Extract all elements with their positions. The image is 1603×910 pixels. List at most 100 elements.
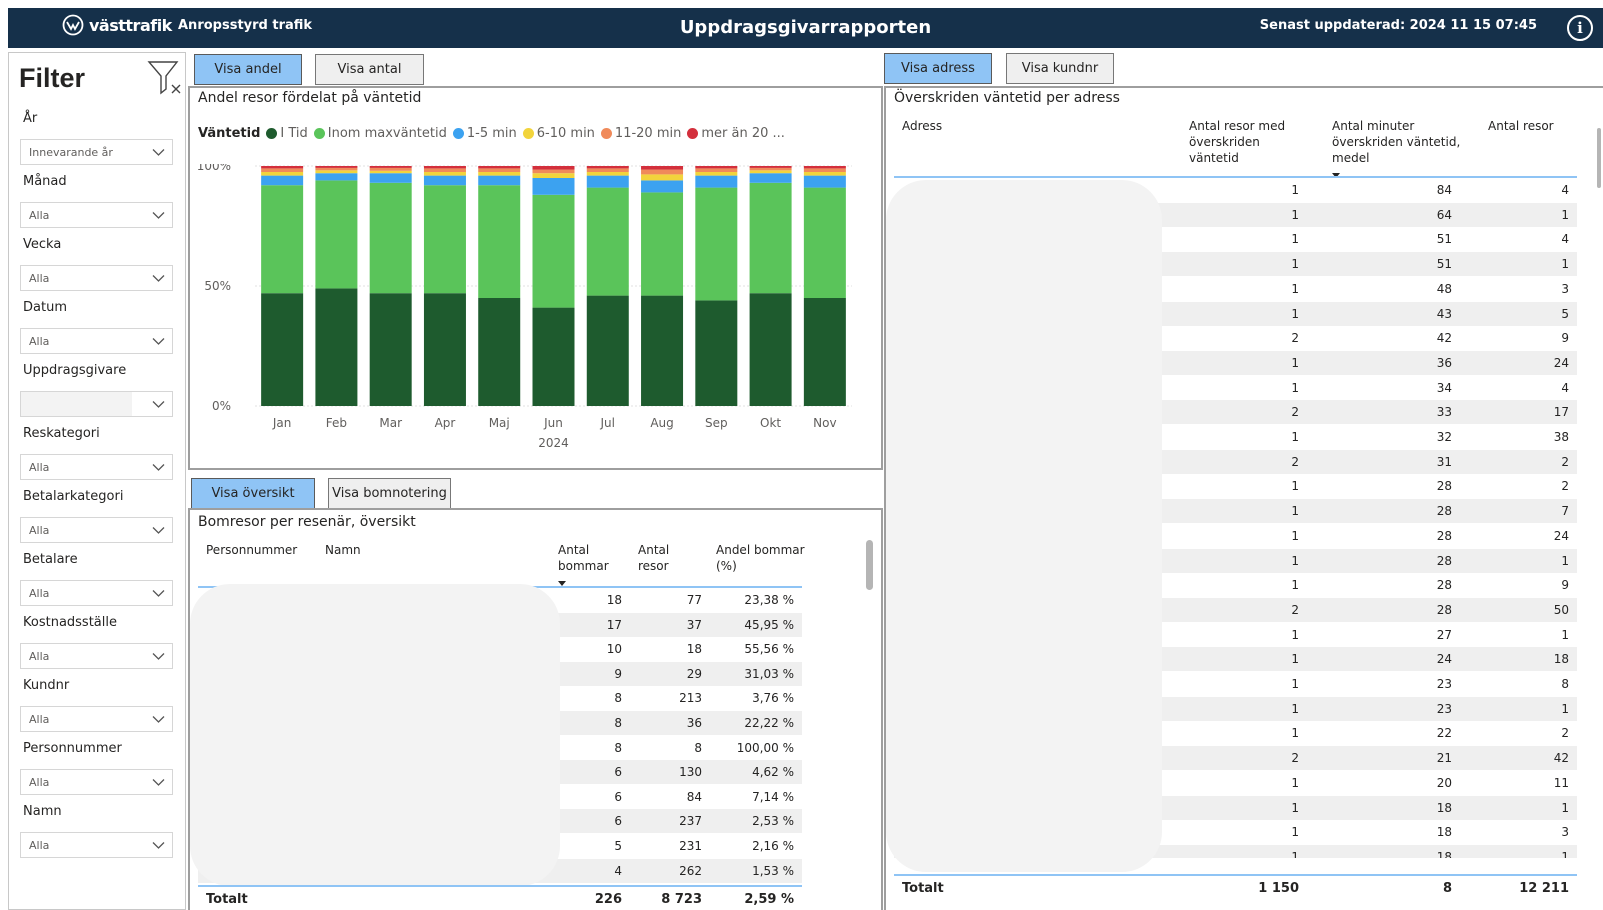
- bar-segment[interactable]: [641, 180, 684, 193]
- col-andel-bommar[interactable]: Andel bommar (%): [716, 542, 806, 574]
- bar-segment[interactable]: [695, 300, 738, 406]
- bar-segment[interactable]: [369, 166, 412, 168]
- bomresor-scrollbar[interactable]: [866, 540, 873, 590]
- bar-segment[interactable]: [423, 185, 466, 294]
- col-personnummer[interactable]: Personnummer: [206, 542, 297, 558]
- bar-segment[interactable]: [478, 175, 521, 186]
- slicer-dropdown[interactable]: Alla: [20, 706, 173, 732]
- col-minuter-medel[interactable]: Antal minuter överskriden väntetid, mede…: [1332, 118, 1482, 182]
- visa-kundnr-button[interactable]: Visa kundnr: [1006, 53, 1114, 84]
- bar-segment[interactable]: [695, 187, 738, 301]
- slicer-dropdown[interactable]: Alla: [20, 517, 173, 543]
- bar-segment[interactable]: [803, 172, 846, 176]
- bar-segment[interactable]: [261, 293, 304, 406]
- bar-segment[interactable]: [478, 166, 521, 169]
- bar-segment[interactable]: [586, 175, 629, 188]
- bar-segment[interactable]: [749, 173, 792, 183]
- bar-segment[interactable]: [586, 187, 629, 296]
- bar-segment[interactable]: [315, 170, 358, 174]
- bar-segment[interactable]: [315, 288, 358, 406]
- bar-segment[interactable]: [369, 167, 412, 171]
- bar-segment[interactable]: [478, 298, 521, 406]
- bar-segment[interactable]: [749, 170, 792, 174]
- col-namn[interactable]: Namn: [325, 542, 361, 558]
- info-icon[interactable]: i: [1567, 15, 1593, 41]
- legend-item[interactable]: I Tid: [266, 126, 308, 141]
- legend-item[interactable]: Inom maxväntetid: [313, 126, 447, 141]
- bar-segment[interactable]: [641, 174, 684, 181]
- clear-filter-icon[interactable]: [147, 59, 183, 97]
- bar-segment[interactable]: [532, 173, 575, 178]
- slicer-dropdown[interactable]: Innevarande år: [20, 139, 173, 165]
- slicer-dropdown[interactable]: [20, 391, 173, 417]
- bar-segment[interactable]: [261, 166, 304, 169]
- slicer-dropdown[interactable]: Alla: [20, 832, 173, 858]
- bar-segment[interactable]: [586, 166, 629, 169]
- slicer-dropdown[interactable]: Alla: [20, 769, 173, 795]
- legend-item[interactable]: 11-20 min: [600, 126, 681, 141]
- bar-segment[interactable]: [423, 166, 466, 169]
- bar-segment[interactable]: [369, 293, 412, 406]
- bar-segment[interactable]: [369, 170, 412, 174]
- visa-antal-button[interactable]: Visa antal: [315, 54, 424, 85]
- bar-segment[interactable]: [749, 182, 792, 294]
- bar-segment[interactable]: [641, 192, 684, 296]
- legend-item[interactable]: 6-10 min: [522, 126, 595, 141]
- bar-segment[interactable]: [261, 175, 304, 186]
- legend-item[interactable]: 1-5 min: [452, 126, 517, 141]
- slicer-dropdown[interactable]: Alla: [20, 580, 173, 606]
- bar-segment[interactable]: [261, 168, 304, 172]
- bar-segment[interactable]: [803, 168, 846, 172]
- bar-segment[interactable]: [261, 172, 304, 176]
- bar-segment[interactable]: [586, 295, 629, 406]
- visa-andel-button[interactable]: Visa andel: [194, 54, 302, 85]
- bar-segment[interactable]: [749, 166, 792, 168]
- slicer-dropdown[interactable]: Alla: [20, 202, 173, 228]
- bar-segment[interactable]: [695, 172, 738, 176]
- bar-segment[interactable]: [261, 185, 304, 294]
- bar-segment[interactable]: [315, 166, 358, 168]
- bar-segment[interactable]: [478, 168, 521, 172]
- bar-segment[interactable]: [369, 182, 412, 294]
- bar-segment[interactable]: [641, 166, 684, 170]
- bar-segment[interactable]: [586, 168, 629, 172]
- visa-oversikt-button[interactable]: Visa översikt: [191, 478, 315, 509]
- bar-segment[interactable]: [532, 307, 575, 406]
- slicer-dropdown[interactable]: Alla: [20, 328, 173, 354]
- bar-segment[interactable]: [695, 166, 738, 169]
- bar-segment[interactable]: [695, 168, 738, 172]
- bar-segment[interactable]: [423, 293, 466, 406]
- slicer-dropdown[interactable]: Alla: [20, 643, 173, 669]
- bar-segment[interactable]: [315, 173, 358, 181]
- col-adress[interactable]: Adress: [902, 118, 942, 134]
- bar-segment[interactable]: [803, 166, 846, 169]
- adress-scrollbar[interactable]: [1597, 128, 1601, 188]
- bar-segment[interactable]: [532, 178, 575, 195]
- bar-segment[interactable]: [695, 175, 738, 188]
- col-antal-bommar[interactable]: Antal bommar: [558, 542, 620, 590]
- col-antal-resor[interactable]: Antal resor: [638, 542, 688, 574]
- bar-segment[interactable]: [803, 187, 846, 298]
- visa-adress-button[interactable]: Visa adress: [884, 53, 992, 84]
- col-antal-resor-overskriden[interactable]: Antal resor med överskriden väntetid: [1189, 118, 1309, 166]
- bar-segment[interactable]: [315, 180, 358, 289]
- bar-segment[interactable]: [315, 167, 358, 171]
- bar-segment[interactable]: [586, 172, 629, 176]
- bar-segment[interactable]: [803, 175, 846, 188]
- bar-segment[interactable]: [369, 173, 412, 183]
- slicer-dropdown[interactable]: Alla: [20, 454, 173, 480]
- col-antal-resor-adress[interactable]: Antal resor: [1488, 118, 1554, 134]
- bar-segment[interactable]: [532, 194, 575, 308]
- bar-segment[interactable]: [423, 168, 466, 172]
- slicer-dropdown[interactable]: Alla: [20, 265, 173, 291]
- bar-segment[interactable]: [749, 167, 792, 171]
- bar-segment[interactable]: [532, 169, 575, 174]
- bar-segment[interactable]: [423, 175, 466, 186]
- bar-segment[interactable]: [478, 185, 521, 298]
- bar-segment[interactable]: [423, 172, 466, 176]
- visa-bomnotering-button[interactable]: Visa bomnotering: [328, 478, 451, 509]
- bar-segment[interactable]: [803, 298, 846, 406]
- bar-segment[interactable]: [749, 293, 792, 406]
- legend-item[interactable]: mer än 20 ...: [687, 126, 785, 141]
- bar-segment[interactable]: [641, 169, 684, 175]
